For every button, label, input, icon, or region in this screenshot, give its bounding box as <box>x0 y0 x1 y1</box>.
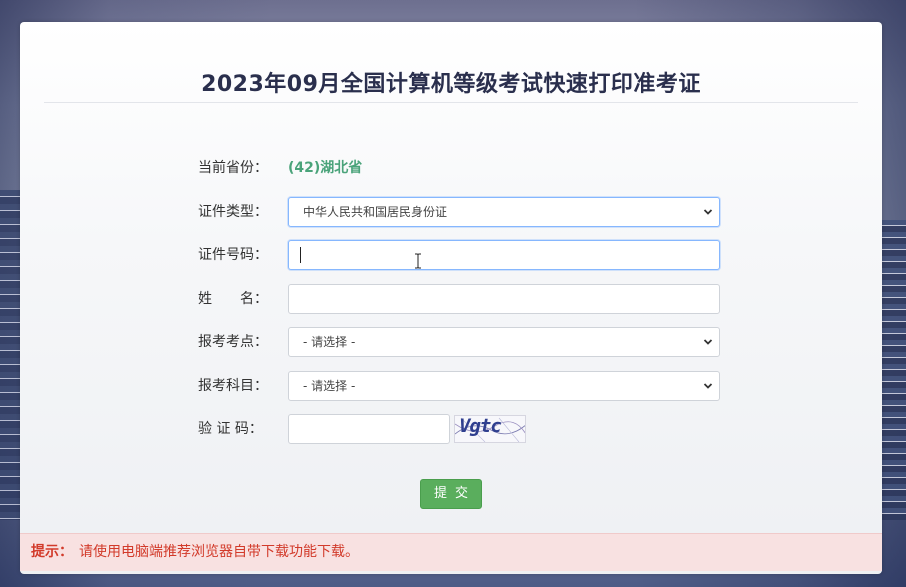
captcha-label: 验 证 码： <box>198 421 263 437</box>
subject-label: 报考科目： <box>198 378 268 394</box>
name-row: 姓 名： <box>198 284 728 314</box>
id-type-selected-value: 中华人民共和国居民身份证 <box>303 205 448 219</box>
submit-button[interactable]: 提交 <box>420 479 482 509</box>
province-label: 当前省份： <box>198 160 268 176</box>
id-number-label: 证件号码： <box>198 247 268 263</box>
tip-banner: 提示： 请使用电脑端推荐浏览器自带下载功能下载。 <box>20 533 882 571</box>
subject-row: 报考科目： - 请选择 - <box>198 371 728 401</box>
background-city-left <box>0 190 22 520</box>
id-type-label: 证件类型： <box>198 204 268 220</box>
admission-ticket-panel: 2023年09月全国计算机等级考试快速打印准考证 当前省份： (42)湖北省 证… <box>20 22 882 574</box>
name-input[interactable] <box>288 284 720 314</box>
id-number-row: 证件号码： <box>198 240 728 270</box>
id-type-row: 证件类型： 中华人民共和国居民身份证 <box>198 197 728 227</box>
page-title: 2023年09月全国计算机等级考试快速打印准考证 <box>201 72 701 97</box>
captcha-row: 验 证 码： Vgtc <box>198 414 728 444</box>
exam-site-label: 报考考点： <box>198 334 268 350</box>
chevron-down-icon <box>703 339 713 345</box>
text-caret <box>300 247 301 263</box>
exam-site-selected-value: - 请选择 - <box>303 335 356 349</box>
exam-site-row: 报考考点： - 请选择 - <box>198 327 728 357</box>
id-type-select[interactable]: 中华人民共和国居民身份证 <box>288 197 720 227</box>
captcha-image[interactable]: Vgtc <box>454 415 526 443</box>
name-label: 姓 名： <box>198 291 268 307</box>
title-divider <box>44 102 858 103</box>
exam-site-select[interactable]: - 请选择 - <box>288 327 720 357</box>
tip-label: 提示： <box>31 544 73 560</box>
subject-select[interactable]: - 请选择 - <box>288 371 720 401</box>
province-value: (42)湖北省 <box>288 160 363 176</box>
id-number-input[interactable] <box>288 240 720 270</box>
tip-text: 请使用电脑端推荐浏览器自带下载功能下载。 <box>79 544 359 560</box>
province-row: 当前省份： (42)湖北省 <box>198 153 728 183</box>
captcha-input[interactable] <box>288 414 450 444</box>
background-city-right <box>880 220 906 520</box>
chevron-down-icon <box>703 383 713 389</box>
chevron-down-icon <box>703 209 713 215</box>
ibeam-cursor-icon <box>415 253 421 269</box>
subject-selected-value: - 请选择 - <box>303 379 356 393</box>
captcha-image-text: Vgtc <box>459 415 502 437</box>
